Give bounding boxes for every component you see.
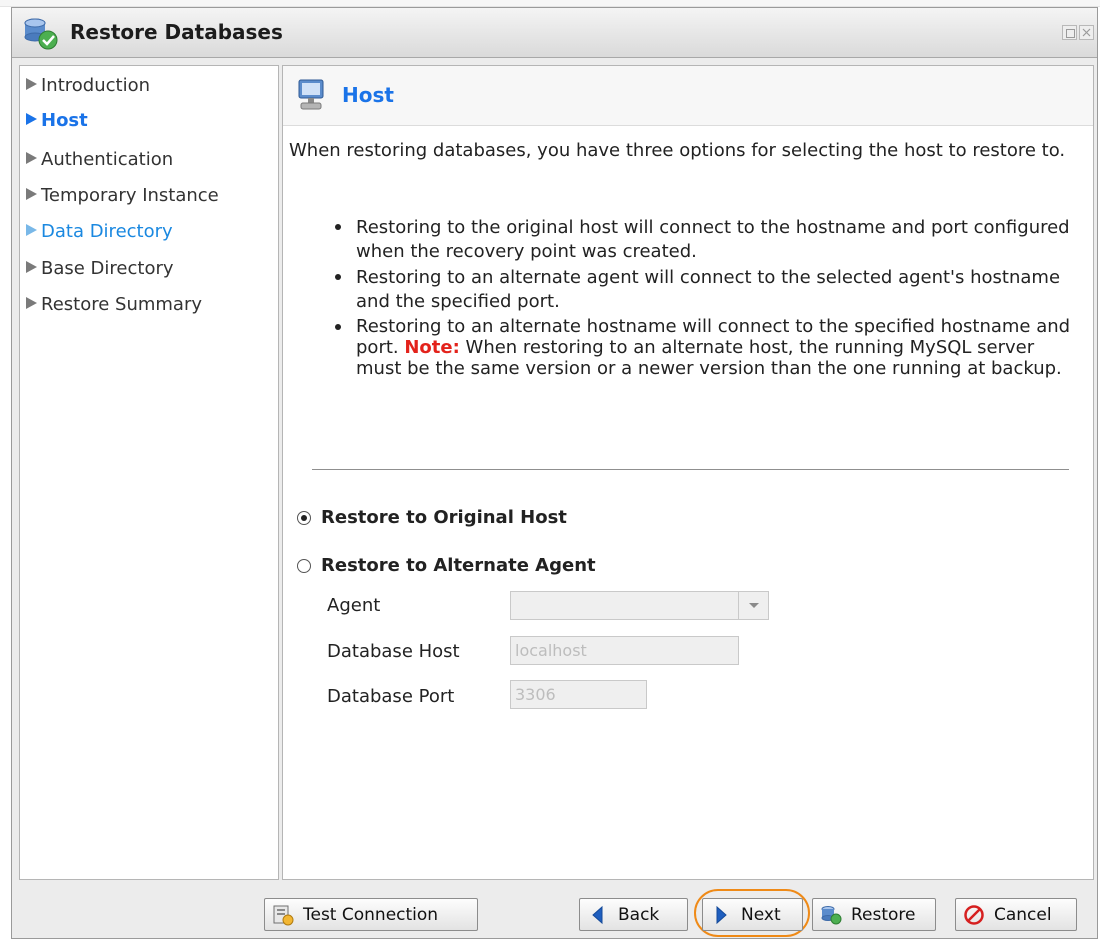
nav-item-base-directory[interactable]: Base Directory [26, 258, 174, 282]
intro-text: When restoring databases, you have three… [289, 140, 1066, 161]
back-button[interactable]: Back [579, 898, 688, 931]
nav-item-restore-summary[interactable]: Restore Summary [26, 294, 202, 318]
background-strip [0, 0, 1100, 7]
nav-item-temporary-instance[interactable]: Temporary Instance [26, 185, 219, 209]
cancel-button[interactable]: Cancel [955, 898, 1077, 931]
close-icon [1082, 28, 1091, 37]
options-explanation-list: Restoring to the original host will conn… [313, 216, 1083, 379]
arrow-right-icon [26, 261, 37, 273]
list-item: Restoring to an alternate hostname will … [313, 316, 1083, 379]
database-port-label: Database Port [327, 686, 455, 707]
maximize-icon [1066, 29, 1075, 38]
arrow-right-icon [26, 78, 37, 90]
agent-label: Agent [327, 595, 381, 616]
nav-item-label: Base Directory [41, 258, 174, 279]
list-item: Restoring to an alternate agent will con… [313, 266, 1083, 314]
nav-item-label: Authentication [41, 149, 174, 170]
button-label: Next [741, 904, 781, 925]
chevron-down-icon[interactable] [738, 592, 768, 619]
arrow-right-icon [26, 188, 37, 200]
test-connection-icon [273, 905, 294, 925]
button-label: Test Connection [303, 904, 439, 925]
arrow-right-icon [26, 152, 37, 164]
nav-item-authentication[interactable]: Authentication [26, 149, 173, 173]
database-restore-icon [24, 18, 58, 50]
computer-monitor-icon [298, 79, 324, 110]
nav-item-label: Data Directory [41, 221, 173, 242]
page-title: Host [342, 83, 394, 107]
option-label: Restore to Original Host [321, 507, 567, 528]
divider [312, 469, 1069, 470]
nav-item-label: Introduction [41, 75, 151, 96]
arrow-right-icon [26, 113, 37, 125]
option-label: Restore to Alternate Agent [321, 555, 596, 576]
arrow-right-icon [716, 905, 727, 924]
nav-item-introduction[interactable]: Introduction [26, 75, 150, 99]
restore-databases-dialog: Restore Databases Introduction Host Auth… [11, 7, 1098, 939]
arrow-right-icon [26, 297, 37, 309]
dialog-footer: Test Connection Back Next Restore Cancel [12, 884, 1097, 940]
nav-item-data-directory[interactable]: Data Directory [26, 221, 173, 245]
nav-item-host[interactable]: Host [26, 110, 88, 134]
nav-item-label: Host [41, 110, 88, 131]
wizard-steps-nav: Introduction Host Authentication Tempora… [19, 65, 279, 880]
restore-alternate-agent-option[interactable]: Restore to Alternate Agent [297, 555, 596, 576]
note-label: Note: [404, 337, 460, 358]
radio-button-checked[interactable] [297, 511, 311, 525]
window-title: Restore Databases [70, 20, 283, 44]
database-port-input[interactable]: 3306 [510, 680, 647, 709]
database-restore-icon [821, 905, 842, 924]
arrow-right-icon [26, 224, 37, 236]
button-label: Back [618, 904, 660, 925]
cancel-icon [964, 904, 984, 925]
next-button[interactable]: Next [702, 898, 803, 931]
host-step-panel: Host When restoring databases, you have … [282, 65, 1094, 880]
maximize-button[interactable] [1062, 25, 1077, 40]
database-host-label: Database Host [327, 641, 460, 662]
list-item: Restoring to the original host will conn… [313, 216, 1083, 264]
radio-button[interactable] [297, 559, 311, 573]
restore-button[interactable]: Restore [812, 898, 936, 931]
database-host-input[interactable]: localhost [510, 636, 739, 665]
button-label: Cancel [994, 904, 1052, 925]
restore-original-host-option[interactable]: Restore to Original Host [297, 507, 567, 528]
test-connection-button[interactable]: Test Connection [264, 898, 478, 931]
arrow-left-icon [592, 905, 603, 924]
title-bar[interactable]: Restore Databases [12, 8, 1097, 58]
nav-item-label: Restore Summary [41, 294, 203, 315]
bullet-text: When restoring to an alternate host, the… [356, 337, 1062, 379]
panel-header: Host [283, 66, 1093, 126]
button-label: Restore [851, 904, 916, 925]
close-button[interactable] [1079, 25, 1094, 40]
nav-item-label: Temporary Instance [41, 185, 219, 206]
agent-select[interactable] [510, 591, 769, 620]
